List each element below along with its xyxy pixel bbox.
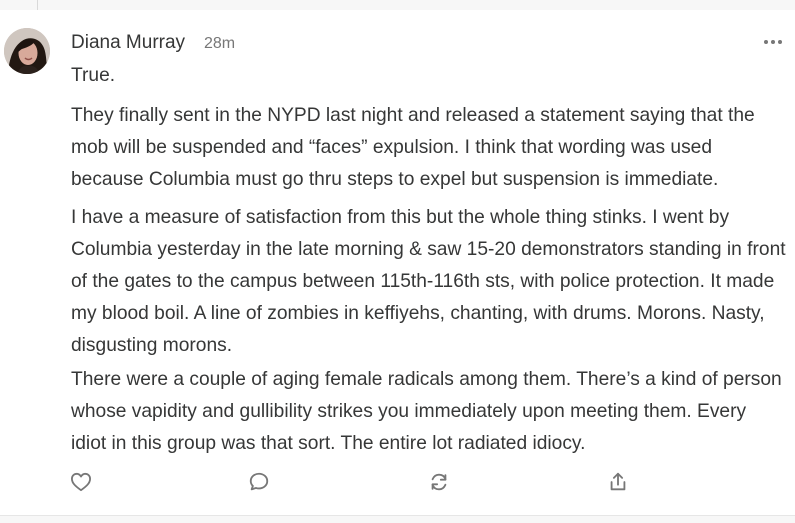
- comment-paragraph: They finally sent in the NYPD last night…: [71, 105, 755, 190]
- comment-paragraph: True.: [71, 65, 116, 86]
- comment-paragraph: There were a couple of aging female radi…: [71, 369, 782, 454]
- comment-bubble-icon: [249, 472, 269, 491]
- comment-card: Diana Murray 28m True. They finally sent…: [0, 10, 795, 516]
- share-button[interactable]: [603, 467, 633, 497]
- avatar[interactable]: [4, 28, 50, 74]
- avatar-image: [4, 28, 50, 74]
- like-button[interactable]: [66, 467, 96, 497]
- restack-icon: [431, 473, 447, 491]
- restack-button[interactable]: [424, 467, 454, 497]
- comment-author[interactable]: Diana Murray: [71, 32, 185, 54]
- more-options-button[interactable]: [758, 30, 788, 54]
- reply-button[interactable]: [244, 467, 274, 497]
- thread-connector-line: [37, 0, 38, 10]
- more-horizontal-icon: [764, 40, 782, 44]
- heart-icon: [71, 472, 91, 492]
- comment-thread: Diana Murray 28m True. They finally sent…: [0, 0, 795, 523]
- comment-timestamp[interactable]: 28m: [204, 35, 235, 53]
- share-icon: [610, 472, 626, 491]
- comment-paragraph: I have a measure of satisfaction from th…: [71, 207, 786, 356]
